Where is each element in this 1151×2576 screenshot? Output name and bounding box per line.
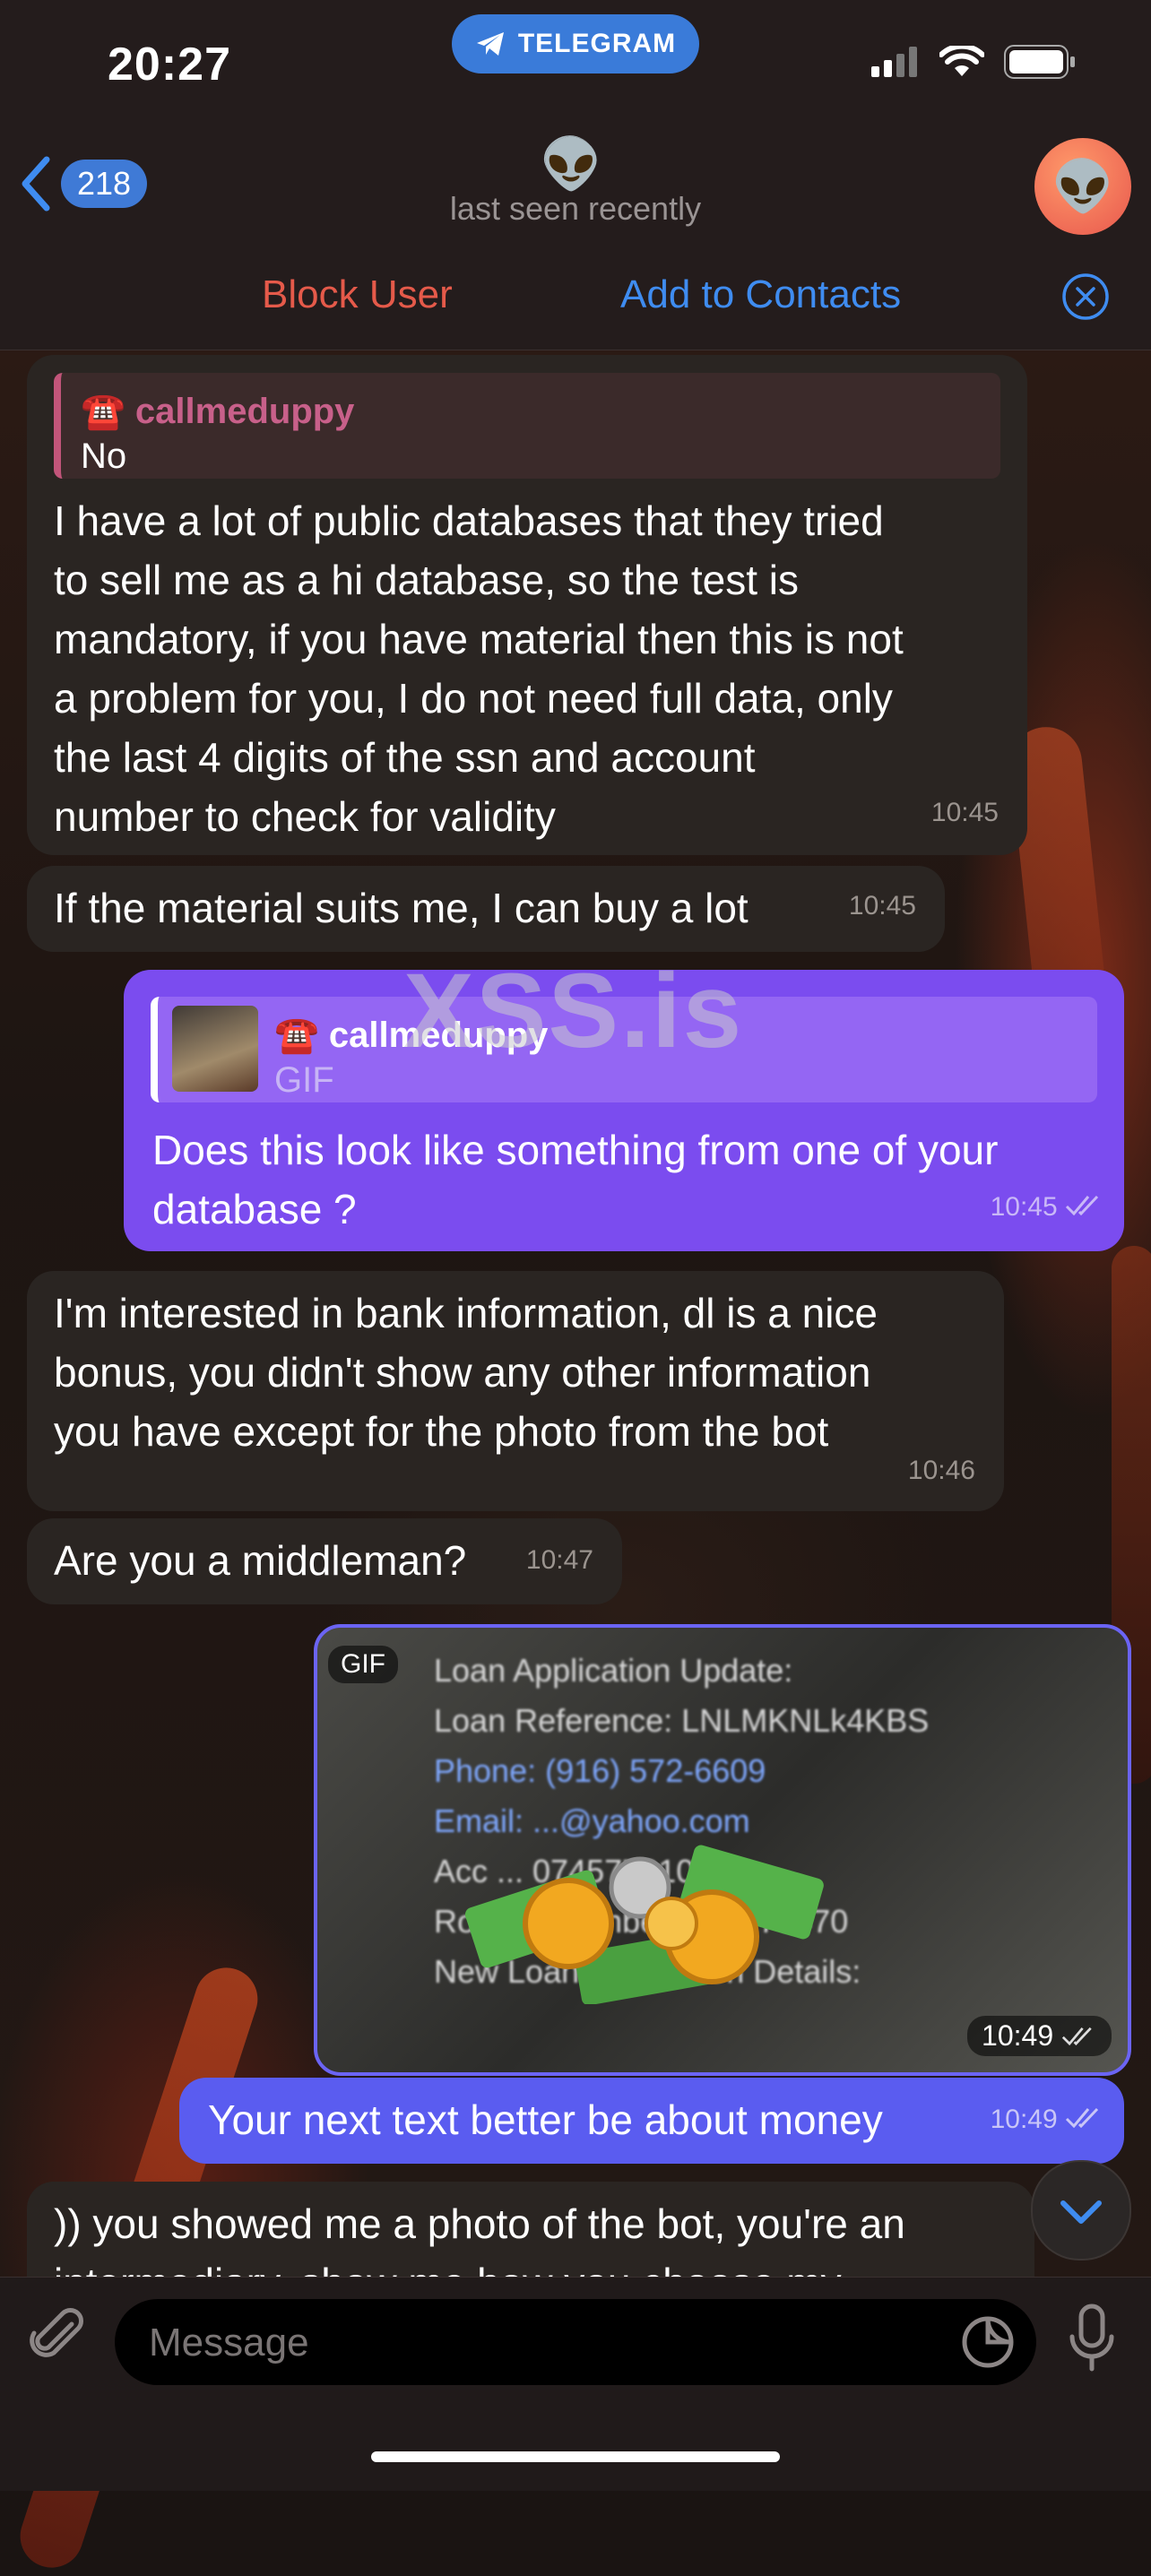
reply-text: No <box>81 437 127 476</box>
message-time: 10:45 <box>930 798 999 827</box>
peer-status: last seen recently <box>449 190 702 227</box>
gif-badge: GIF <box>328 1646 398 1683</box>
message-text: Your next text better be about money <box>208 2096 883 2143</box>
message-line: a problem for you, I do not need full da… <box>54 675 893 722</box>
watermark: XSS.is <box>403 952 744 1070</box>
message-text: I have a lot of public databases that th… <box>54 491 1031 846</box>
message-line: bonus, you didn't show any other informa… <box>54 1349 871 1396</box>
gif-line: Loan Reference: LNLMKNLk4KBS <box>434 1702 930 1739</box>
home-indicator[interactable] <box>371 2451 780 2462</box>
message-line: to sell me as a hi database, so the test… <box>54 557 800 603</box>
message-time: 10:45 <box>848 891 916 921</box>
message-time: 10:47 <box>525 1545 593 1575</box>
scroll-to-bottom-button[interactable] <box>1031 2160 1131 2260</box>
avatar-emoji: 👽 <box>1051 158 1114 214</box>
message-text: Are you a middleman? <box>54 1537 467 1584</box>
message-line: database ? <box>152 1186 357 1232</box>
message-text: If the material suits me, I can buy a lo… <box>54 885 749 931</box>
double-check-icon <box>1065 2107 1099 2129</box>
chat-header: 218 👽 last seen recently 👽 <box>0 134 1151 243</box>
reply-preview[interactable]: ☎️ callmeduppy No <box>54 373 1000 479</box>
battery-icon <box>1004 45 1075 79</box>
message-line: Does this look like something from one o… <box>152 1127 999 1173</box>
message-line: I have a lot of public databases that th… <box>54 497 884 544</box>
message-time: 10:46 <box>907 1456 975 1485</box>
sticker-icon[interactable] <box>959 2313 1017 2371</box>
message-line: I'm interested in bank information, dl i… <box>54 1290 878 1336</box>
reply-text: GIF <box>274 1060 334 1100</box>
clock: 20:27 <box>108 39 231 91</box>
double-check-icon <box>1061 2027 1092 2046</box>
avatar[interactable]: 👽 <box>1034 138 1131 235</box>
token-coins-sticker <box>464 1845 824 2004</box>
block-user-button[interactable]: Block User <box>262 272 453 317</box>
message-line: mandatory, if you have material then thi… <box>54 616 904 662</box>
paperclip-icon[interactable] <box>27 2304 90 2367</box>
chevron-down-icon <box>1060 2200 1102 2224</box>
gif-message[interactable]: Loan Application Update: Loan Reference:… <box>314 1624 1131 2076</box>
contact-action-bar: Block User Add to Contacts <box>0 242 1151 350</box>
message-time: 10:49 <box>967 2016 1112 2056</box>
message-time: 10:49 <box>991 2090 1104 2149</box>
message-text: Does this look like something from one o… <box>152 1120 1103 1239</box>
message-line: number to check for validity <box>54 793 556 840</box>
message-placeholder: Message <box>149 2321 309 2364</box>
message-text: I'm interested in bank information, dl i… <box>54 1284 1004 1461</box>
message-line: )) you showed me a photo of the bot, you… <box>54 2200 905 2247</box>
wifi-icon <box>939 46 984 76</box>
add-to-contacts-button[interactable]: Add to Contacts <box>620 272 901 317</box>
message-time-text: 10:49 <box>982 2019 1054 2052</box>
message-bubble-incoming[interactable]: Are you a middleman? 10:47 <box>27 1518 622 1604</box>
microphone-icon[interactable] <box>1065 2303 1119 2374</box>
peer-name-emoji[interactable]: 👽 <box>540 134 602 194</box>
message-line: you have except for the photo from the b… <box>54 1408 829 1455</box>
message-bubble-outgoing[interactable]: Your next text better be about money 10:… <box>179 2078 1124 2164</box>
signal-icon <box>871 47 917 77</box>
telegram-pill-label: TELEGRAM <box>517 29 677 58</box>
message-line: the last 4 digits of the ssn and account <box>54 734 756 781</box>
message-bubble-incoming[interactable]: If the material suits me, I can buy a lo… <box>27 866 945 952</box>
gif-line: Phone: (916) 572-6609 <box>434 1752 766 1789</box>
message-time-text: 10:45 <box>990 1192 1058 1222</box>
message-time-text: 10:49 <box>990 2105 1058 2134</box>
message-bubble-incoming[interactable]: I'm interested in bank information, dl i… <box>27 1271 1004 1511</box>
close-icon[interactable] <box>1061 272 1110 321</box>
message-input[interactable]: Message <box>115 2299 1036 2385</box>
message-bubble-incoming[interactable]: ☎️ callmeduppy No I have a lot of public… <box>27 355 1027 855</box>
telegram-pill[interactable]: TELEGRAM <box>452 14 699 73</box>
double-check-icon <box>1065 1195 1099 1216</box>
telegram-plane-icon <box>476 32 504 56</box>
status-bar: 20:27 TELEGRAM <box>0 0 1151 134</box>
gif-line: Loan Application Update: <box>434 1652 793 1689</box>
reply-thumbnail <box>172 1006 258 1092</box>
system-icons <box>871 45 1076 79</box>
message-time: 10:45 <box>991 1178 1104 1237</box>
